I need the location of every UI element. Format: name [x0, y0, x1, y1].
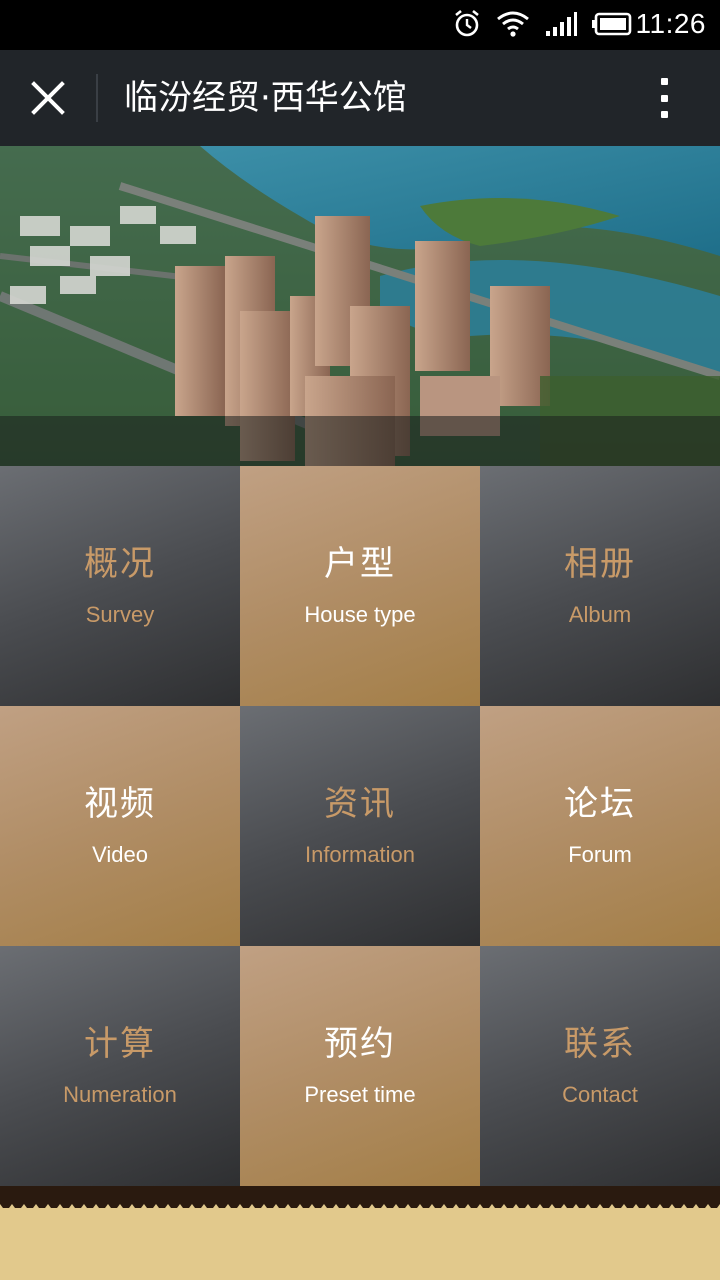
- menu-tile-numeration[interactable]: 计算 Numeration: [0, 946, 240, 1186]
- menu-tile-subtitle: Album: [568, 602, 632, 627]
- menu-tile-title: 论坛: [564, 784, 636, 824]
- menu-tile-subtitle: Preset time: [304, 1082, 416, 1107]
- menu-tile-title: 概况: [84, 544, 156, 584]
- menu-tile-survey[interactable]: 概况 Survey: [0, 466, 240, 706]
- menu-tile-title: 联系: [564, 1024, 636, 1064]
- menu-tile-title: 计算: [84, 1024, 156, 1064]
- alarm-icon: [452, 9, 482, 43]
- menu-tile-title: 相册: [564, 544, 636, 584]
- menu-tile-subtitle: House type: [304, 602, 416, 627]
- menu-tile-title: 户型: [324, 544, 396, 584]
- menu-tile-subtitle: Video: [92, 842, 148, 867]
- menu-tile-title: 预约: [324, 1024, 396, 1064]
- page-title: 临汾经贸·西华公馆: [124, 78, 407, 118]
- menu-tile-title: 视频: [84, 784, 156, 824]
- menu-tile-subtitle: Contact: [562, 1082, 638, 1107]
- menu-grid: 概况 Survey 户型 House type 相册 Album 视频 Video 资讯 Info…: [0, 466, 720, 1186]
- menu-tile-contact[interactable]: 联系 Contact: [480, 946, 720, 1186]
- status-bar: 11:26: [0, 0, 720, 50]
- close-button[interactable]: [22, 72, 74, 124]
- footer-area: [0, 1208, 720, 1280]
- nav-divider: [96, 74, 98, 122]
- menu-tile-title: 资讯: [324, 784, 396, 824]
- banner-image: [0, 146, 720, 466]
- menu-tile-subtitle: Information: [304, 842, 416, 867]
- menu-tile-album[interactable]: 相册 Album: [480, 466, 720, 706]
- menu-tile-subtitle: Numeration: [63, 1082, 177, 1107]
- nav-bar: 临汾经贸·西华公馆: [0, 50, 720, 146]
- menu-tile-subtitle: Forum: [568, 842, 632, 867]
- signal-icon: [544, 11, 578, 41]
- menu-tile-video[interactable]: 视频 Video: [0, 706, 240, 946]
- status-time: 11:26: [635, 8, 706, 39]
- more-vert-icon-dot: [660, 111, 668, 118]
- more-vert-icon-dot: [660, 94, 668, 102]
- menu-tile-house-type[interactable]: 户型 House type: [240, 466, 480, 706]
- menu-tile-information[interactable]: 资讯 Information: [240, 706, 480, 946]
- menu-tile-forum[interactable]: 论坛 Forum: [480, 706, 720, 946]
- more-menu-button[interactable]: [644, 78, 684, 118]
- battery-icon: [592, 12, 632, 40]
- menu-tile-subtitle: Survey: [85, 602, 155, 627]
- status-icons: [452, 9, 632, 43]
- close-icon: [31, 81, 65, 115]
- more-vert-icon: [660, 78, 668, 85]
- wifi-icon: [496, 10, 530, 42]
- menu-tile-preset-time[interactable]: 预约 Preset time: [240, 946, 480, 1186]
